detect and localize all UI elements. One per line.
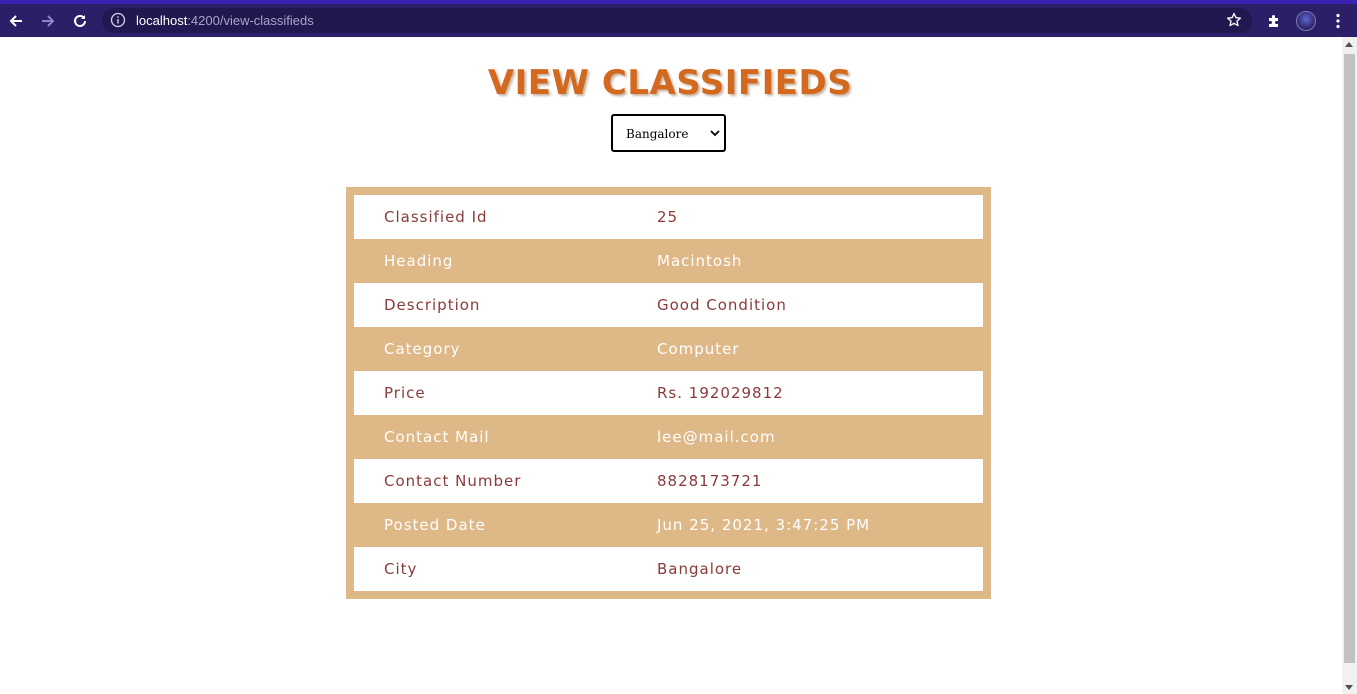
table-row: Heading Macintosh (354, 239, 983, 283)
scroll-down-arrow-icon[interactable] (1345, 685, 1353, 690)
reload-button[interactable] (67, 4, 93, 37)
row-value: Macintosh (657, 252, 743, 270)
row-value: Rs. 192029812 (657, 384, 784, 402)
extensions-icon (1269, 14, 1278, 27)
row-label: Classified Id (384, 208, 488, 226)
table-row: Contact Mail lee@mail.com (354, 415, 983, 459)
table-row: Description Good Condition (354, 283, 983, 327)
extensions-button[interactable] (1262, 4, 1286, 37)
row-value: Jun 25, 2021, 3:47:25 PM (657, 516, 871, 534)
classified-details-table: Classified Id 25 Heading Macintosh Descr… (346, 187, 991, 599)
row-label: Price (384, 384, 426, 402)
info-icon[interactable] (110, 12, 126, 28)
row-value: 25 (657, 208, 679, 226)
url-text: localhost:4200/view-classifieds (136, 12, 314, 29)
table-row: Classified Id 25 (354, 195, 983, 239)
row-label: Contact Mail (384, 428, 490, 446)
row-label: Description (384, 296, 481, 314)
reload-icon (74, 14, 86, 27)
url-path: :4200/view-classifieds (187, 13, 314, 28)
back-arrow-icon (9, 14, 22, 27)
row-label: Category (384, 340, 461, 358)
chevron-down-icon (710, 130, 720, 137)
table-row: Posted Date Jun 25, 2021, 3:47:25 PM (354, 503, 983, 547)
profile-avatar-icon (1296, 10, 1316, 31)
row-value: Bangalore (657, 560, 743, 578)
row-label: Heading (384, 252, 454, 270)
back-button[interactable] (3, 4, 29, 37)
scroll-up-arrow-icon[interactable] (1345, 42, 1353, 47)
table-row: Category Computer (354, 327, 983, 371)
city-select-value: Bangalore (626, 127, 689, 141)
star-icon[interactable] (1226, 12, 1242, 28)
url-host: localhost (136, 13, 188, 28)
profile-button[interactable] (1294, 4, 1318, 37)
page-scrollbar[interactable] (1342, 37, 1357, 694)
row-label: Contact Number (384, 472, 522, 490)
row-label: City (384, 560, 418, 578)
scrollbar-thumb[interactable] (1344, 54, 1355, 663)
table-row: Price Rs. 192029812 (354, 371, 983, 415)
row-value: Good Condition (657, 296, 787, 314)
row-value: lee@mail.com (657, 428, 776, 446)
browser-toolbar: localhost:4200/view-classifieds (0, 0, 1357, 37)
table-row: Contact Number 8828173721 (354, 459, 983, 503)
forward-arrow-icon (42, 14, 55, 27)
row-value: 8828173721 (657, 472, 763, 490)
more-menu-icon (1336, 13, 1340, 28)
row-label: Posted Date (384, 516, 486, 534)
table-row: City Bangalore (354, 547, 983, 591)
row-value: Computer (657, 340, 740, 358)
forward-button[interactable] (35, 4, 61, 37)
address-bar[interactable]: localhost:4200/view-classifieds (102, 8, 1252, 33)
page-title: VIEW CLASSIFIEDS (487, 63, 853, 103)
more-menu-button[interactable] (1328, 4, 1348, 37)
city-select[interactable]: Bangalore (611, 114, 726, 152)
